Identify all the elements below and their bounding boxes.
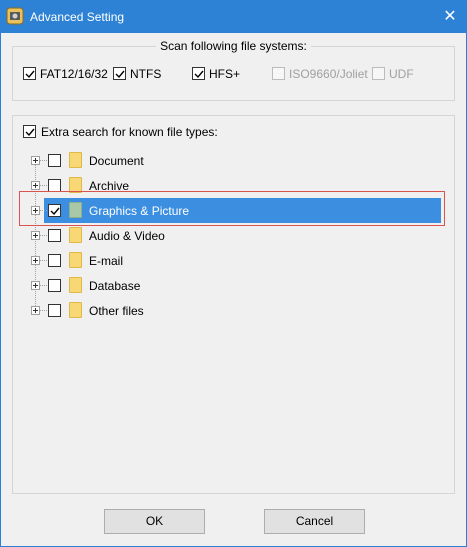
tree-item-database[interactable]: Database xyxy=(13,273,456,298)
tree-checkbox[interactable] xyxy=(48,304,61,317)
tree-item-other-files[interactable]: Other files xyxy=(13,298,456,323)
iso9660-label: ISO9660/Joliet xyxy=(289,67,368,81)
tree-label: Database xyxy=(89,279,141,293)
tree-label: Document xyxy=(89,154,144,168)
close-button[interactable]: ✕ xyxy=(439,6,461,28)
tree-item-email[interactable]: E-mail xyxy=(13,248,456,273)
close-icon: ✕ xyxy=(443,8,457,25)
folder-icon xyxy=(69,152,82,168)
udf-checkbox xyxy=(372,67,385,80)
fat-label[interactable]: FAT12/16/32 xyxy=(40,67,108,81)
udf-label: UDF xyxy=(389,67,414,81)
tree-checkbox[interactable] xyxy=(48,254,61,267)
file-systems-legend: Scan following file systems: xyxy=(156,39,311,53)
advanced-setting-window: Advanced Setting ✕ Scan following file s… xyxy=(0,0,467,547)
tree-item-audio-video[interactable]: Audio & Video xyxy=(13,223,456,248)
checkmark-icon xyxy=(25,128,35,137)
ntfs-label[interactable]: NTFS xyxy=(130,67,161,81)
tree-checkbox[interactable] xyxy=(48,154,61,167)
annotation-highlight-box xyxy=(19,191,445,226)
hfs-label[interactable]: HFS+ xyxy=(209,67,240,81)
expand-icon[interactable] xyxy=(31,256,40,265)
ntfs-checkbox[interactable] xyxy=(113,67,126,80)
fat-checkbox[interactable] xyxy=(23,67,36,80)
file-type-tree: Document Archive Graphics & Picture Audi… xyxy=(13,148,456,328)
folder-icon xyxy=(69,302,82,318)
file-systems-group: Scan following file systems: FAT12/16/32… xyxy=(12,39,455,101)
folder-icon xyxy=(69,227,82,243)
hfs-checkbox[interactable] xyxy=(192,67,205,80)
tree-checkbox[interactable] xyxy=(48,229,61,242)
ok-button[interactable]: OK xyxy=(104,509,205,534)
extra-search-label[interactable]: Extra search for known file types: xyxy=(41,125,218,139)
tree-item-document[interactable]: Document xyxy=(13,148,456,173)
cancel-button[interactable]: Cancel xyxy=(264,509,365,534)
expand-icon[interactable] xyxy=(31,306,40,315)
folder-icon xyxy=(69,277,82,293)
iso9660-checkbox xyxy=(272,67,285,80)
folder-icon xyxy=(69,252,82,268)
window-title: Advanced Setting xyxy=(30,10,125,24)
expand-icon[interactable] xyxy=(31,281,40,290)
checkmark-icon xyxy=(194,70,204,79)
expand-icon[interactable] xyxy=(31,231,40,240)
title-bar[interactable]: Advanced Setting ✕ xyxy=(0,0,467,33)
extra-search-checkbox[interactable] xyxy=(23,125,36,138)
tree-label: Audio & Video xyxy=(89,229,165,243)
checkmark-icon xyxy=(25,70,35,79)
expand-icon[interactable] xyxy=(31,156,40,165)
dialog-client-area: Scan following file systems: FAT12/16/32… xyxy=(1,33,466,546)
expand-icon[interactable] xyxy=(31,181,40,190)
file-types-group: Extra search for known file types: Docum… xyxy=(12,115,455,494)
app-icon xyxy=(6,7,24,25)
tree-label: E-mail xyxy=(89,254,124,268)
tree-checkbox[interactable] xyxy=(48,279,61,292)
checkmark-icon xyxy=(115,70,125,79)
tree-label: Other files xyxy=(89,304,144,318)
